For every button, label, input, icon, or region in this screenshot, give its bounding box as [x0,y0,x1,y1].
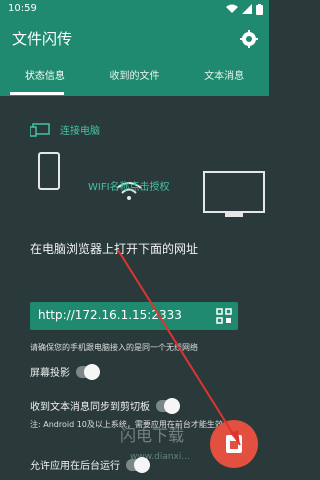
watermark-sub: www.dianxi... [130,452,190,462]
setting-label: 屏幕投影 [30,368,70,379]
phone-icon [38,152,60,190]
watermark: 闪电下载 www.dianxi... [120,422,260,470]
status-icons [226,0,263,18]
setting-label: 允许应用在后台运行 [30,461,120,472]
qr-code-icon[interactable] [216,308,232,324]
tab-indicator [10,92,64,95]
app-bar: 文件闪传 [0,18,269,60]
url-text: http://172.16.1.15:2333 [38,308,182,322]
app-title: 文件闪传 [12,30,73,48]
network-note: 请确保您的手机跟电脑接入的是同一个无线网络 [30,343,198,352]
instruction-text: 在电脑浏览器上打开下面的网址 [30,242,199,256]
watermark-text: 闪电下载 [120,426,185,445]
setting-clipboard-sync: 收到文本消息同步到剪切板 [30,397,180,414]
setting-label: 收到文本消息同步到剪切板 [30,402,150,413]
wifi-authorize-link[interactable]: WIFI名称点击授权 [88,178,170,193]
status-bar: 10:59 [0,0,269,18]
connect-computer-label: 连接电脑 [60,126,100,137]
clipboard-sync-toggle[interactable] [156,397,180,414]
setting-screen-projection: 屏幕投影 [30,363,100,380]
tab-bar: 状态信息 收到的文件 文本消息 [0,60,269,96]
connect-computer-row[interactable]: 连接电脑 [30,122,100,137]
battery-icon [256,3,263,15]
signal-icon [242,4,252,14]
screen-projection-toggle[interactable] [76,363,100,380]
tab-received-files[interactable]: 收到的文件 [90,60,180,96]
tab-status-info[interactable]: 状态信息 [0,60,90,96]
computer-phone-icon [30,122,50,137]
url-box[interactable]: http://172.16.1.15:2333 [30,302,238,330]
status-time: 10:59 [8,3,37,14]
tab-text-messages[interactable]: 文本消息 [179,60,269,96]
wifi-status-icon [226,4,238,13]
settings-gear-icon[interactable] [239,29,259,49]
monitor-icon [203,171,265,217]
